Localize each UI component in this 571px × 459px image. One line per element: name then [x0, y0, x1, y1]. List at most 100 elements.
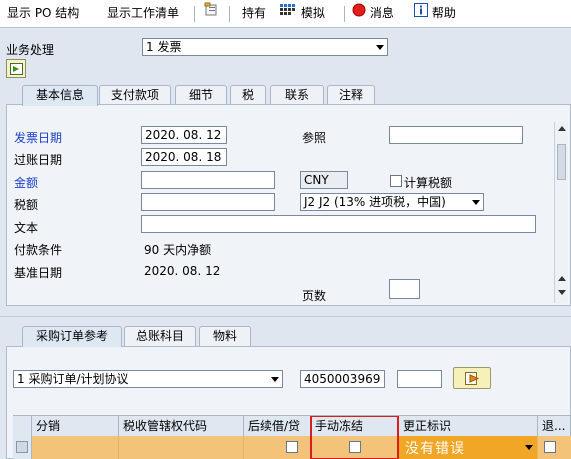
column-header-manual-block[interactable]: 手动冻结: [311, 416, 399, 436]
tab-label: 总账科目: [135, 329, 184, 343]
toggle-header-button[interactable]: [6, 59, 26, 78]
subsequent-debit-credit-cell: [244, 436, 311, 459]
tab-label: 细节: [188, 88, 213, 102]
column-header-subsequent-debit-credit[interactable]: 后续借/贷: [244, 416, 311, 436]
distribution-cell[interactable]: [32, 436, 119, 459]
chevron-down-icon: [271, 377, 279, 382]
show-worklist-button[interactable]: 显示工作清单: [107, 0, 179, 27]
show-worklist-label: 显示工作清单: [107, 6, 180, 20]
row-selector[interactable]: [13, 436, 32, 459]
show-po-structure-button[interactable]: 显示 PO 结构: [7, 0, 79, 27]
baseline-date-value: 2020. 08. 12: [144, 264, 221, 278]
application-toolbar: 显示 PO 结构 显示工作清单 持有 模拟 消息 帮助: [0, 0, 571, 28]
business-transaction-value: 1 发票: [146, 40, 182, 54]
simulate-label: 模拟: [300, 6, 325, 20]
amount-label: 金额: [14, 176, 39, 190]
table-header: 分销 税收管辖权代码 后续借/贷 手动冻结 更正标识 退...: [13, 416, 571, 436]
tab-payment[interactable]: 支付款项: [99, 85, 171, 105]
show-po-structure-label: 显示 PO 结构: [7, 6, 80, 20]
tax-code-dropdown[interactable]: J2 J2 (13% 进项税，中国): [300, 193, 484, 211]
manual-block-checkbox[interactable]: [349, 441, 361, 453]
items-table: 分销 税收管辖权代码 后续借/贷 手动冻结 更正标识 退... 没有错误: [13, 415, 571, 459]
returns-checkbox[interactable]: [544, 441, 556, 453]
reference-label: 参照: [302, 131, 327, 145]
manual-block-cell: [311, 436, 399, 459]
tab-material[interactable]: 物料: [199, 326, 251, 346]
hold-button[interactable]: 持有: [242, 0, 266, 27]
posting-date-label: 过账日期: [14, 153, 63, 167]
po-item-field[interactable]: [397, 370, 442, 388]
correction-indicator-dropdown[interactable]: 没有错误: [399, 436, 538, 459]
currency-field[interactable]: CNY: [300, 171, 348, 189]
tab-label: 联系: [284, 88, 309, 102]
header-scrollbar[interactable]: [554, 122, 568, 303]
tab-notes[interactable]: 注释: [327, 85, 375, 105]
screen-variant-button[interactable]: [203, 0, 219, 27]
calculate-tax-checkbox[interactable]: [390, 175, 402, 187]
text-label: 文本: [14, 221, 39, 235]
stop-sign-icon: [352, 0, 366, 27]
tab-label: 注释: [338, 88, 363, 102]
tab-po-reference[interactable]: 采购订单参考: [22, 326, 122, 347]
payment-terms-value: 90 天内净额: [144, 243, 212, 257]
transfer-po-button[interactable]: [453, 367, 491, 389]
column-header-distribution[interactable]: 分销: [32, 416, 119, 436]
info-icon: [414, 0, 428, 27]
baseline-date-label: 基准日期: [14, 266, 63, 280]
arrow-right-icon: [465, 372, 481, 388]
tab-label: 采购订单参考: [35, 329, 108, 343]
po-number-field[interactable]: 4050003969: [300, 370, 385, 388]
toolbar-separator: [344, 6, 345, 22]
help-button[interactable]: 帮助: [414, 0, 456, 27]
toolbar-separator: [229, 6, 230, 22]
tab-gl-account[interactable]: 总账科目: [124, 326, 196, 346]
po-reference-type-dropdown[interactable]: 1 采购订单/计划协议: [13, 370, 283, 388]
hold-label: 持有: [242, 6, 267, 20]
invoice-date-field[interactable]: 2020. 08. 12: [141, 126, 227, 144]
tax-amount-label: 税额: [14, 198, 39, 212]
column-header-correction-indicator[interactable]: 更正标识: [399, 416, 538, 436]
tab-tax[interactable]: 税: [230, 85, 266, 105]
help-label: 帮助: [431, 6, 456, 20]
column-header-tax-jurisdiction[interactable]: 税收管辖权代码: [119, 416, 244, 436]
text-field[interactable]: [141, 215, 536, 233]
messages-button[interactable]: 消息: [352, 0, 394, 27]
page-label: 页数: [302, 289, 327, 303]
tab-label: 税: [241, 88, 254, 102]
tax-code-value: J2 J2 (13% 进项税，中国): [304, 195, 446, 209]
page-field[interactable]: [389, 279, 420, 299]
toolbar-separator: [194, 6, 195, 22]
tab-label: 支付款项: [110, 88, 159, 102]
column-header-returns[interactable]: 退...: [538, 416, 571, 436]
messages-label: 消息: [369, 6, 394, 20]
table-row[interactable]: 没有错误: [13, 436, 571, 459]
chevron-down-icon: [525, 445, 533, 450]
tax-amount-field[interactable]: [141, 193, 275, 211]
select-all-cell[interactable]: [13, 416, 32, 436]
section-divider: [0, 316, 571, 317]
tab-contacts[interactable]: 联系: [270, 85, 324, 105]
chevron-down-icon: [472, 200, 480, 205]
simulate-icon: [279, 0, 297, 27]
posting-date-field[interactable]: 2020. 08. 18: [141, 148, 227, 166]
subsequent-debit-credit-checkbox[interactable]: [286, 441, 298, 453]
tab-details[interactable]: 细节: [175, 85, 227, 105]
screen-variant-icon: [203, 0, 219, 27]
scroll-thumb[interactable]: [557, 144, 566, 180]
tab-basic-data[interactable]: 基本信息: [22, 85, 98, 106]
tab-label: 基本信息: [35, 88, 84, 102]
correction-indicator-value: 没有错误: [405, 441, 465, 457]
chevron-down-icon: [376, 45, 384, 50]
tax-jurisdiction-cell[interactable]: [119, 436, 244, 459]
po-reference-type-value: 1 采购订单/计划协议: [17, 372, 129, 386]
main-area: 业务处理 1 发票 基本信息 支付款项 细节 税 联系 注释 发票日期 2020…: [0, 28, 571, 459]
scroll-up-icon: [558, 126, 566, 131]
amount-field[interactable]: [141, 171, 275, 189]
returns-cell: [538, 436, 571, 459]
simulate-button[interactable]: 模拟: [279, 0, 325, 27]
scroll-up-icon: [558, 276, 566, 281]
calculate-tax-label: 计算税额: [404, 176, 453, 190]
payment-terms-label: 付款条件: [14, 243, 63, 257]
reference-field[interactable]: [389, 126, 523, 144]
business-transaction-dropdown[interactable]: 1 发票: [142, 38, 388, 56]
